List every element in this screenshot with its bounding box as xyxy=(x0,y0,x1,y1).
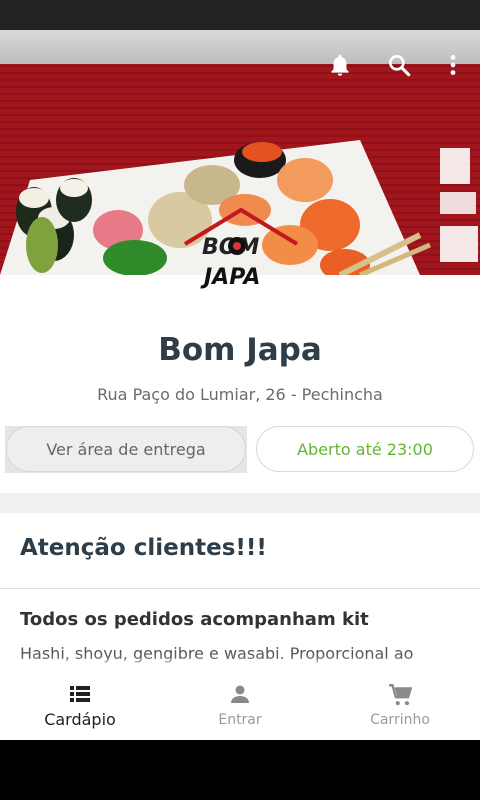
status-bar xyxy=(0,0,480,30)
nav-menu-label: Cardápio xyxy=(44,710,116,729)
nav-login-label: Entrar xyxy=(218,712,262,728)
menu-list-icon xyxy=(70,686,90,702)
restaurant-name: Bom Japa xyxy=(158,332,322,368)
notice-item-description: Hashi, shoyu, gengibre e wasabi. Proporc… xyxy=(20,644,414,663)
notice-title: Atenção clientes!!! xyxy=(20,535,267,561)
delivery-area-button[interactable]: Ver área de entrega xyxy=(6,426,246,472)
nav-cart[interactable]: Carrinho xyxy=(320,668,480,740)
opening-hours-badge: Aberto até 23:00 xyxy=(256,426,474,472)
notice-item-title[interactable]: Todos os pedidos acompanham kit xyxy=(20,609,369,630)
app-screen: BOM JAPA Bom Japa Rua Paço do Lumiar, 26… xyxy=(0,30,480,740)
divider-line xyxy=(0,588,480,589)
notification-bell-icon[interactable] xyxy=(327,52,353,78)
section-divider xyxy=(0,493,480,513)
more-options-icon[interactable] xyxy=(440,52,466,78)
person-icon xyxy=(231,685,249,703)
nav-cart-label: Carrinho xyxy=(370,712,430,728)
search-icon[interactable] xyxy=(386,52,412,78)
system-navigation-bar xyxy=(0,740,480,800)
bottom-navigation: Cardápio Entrar Carrinho xyxy=(0,668,480,740)
nav-login[interactable]: Entrar xyxy=(160,668,320,740)
restaurant-address: Rua Paço do Lumiar, 26 - Pechincha xyxy=(97,385,383,404)
restaurant-logo: BOM JAPA xyxy=(180,202,302,292)
nav-menu[interactable]: Cardápio xyxy=(0,668,160,740)
cart-icon xyxy=(389,684,413,706)
logo-text-bottom: JAPA xyxy=(200,265,260,290)
